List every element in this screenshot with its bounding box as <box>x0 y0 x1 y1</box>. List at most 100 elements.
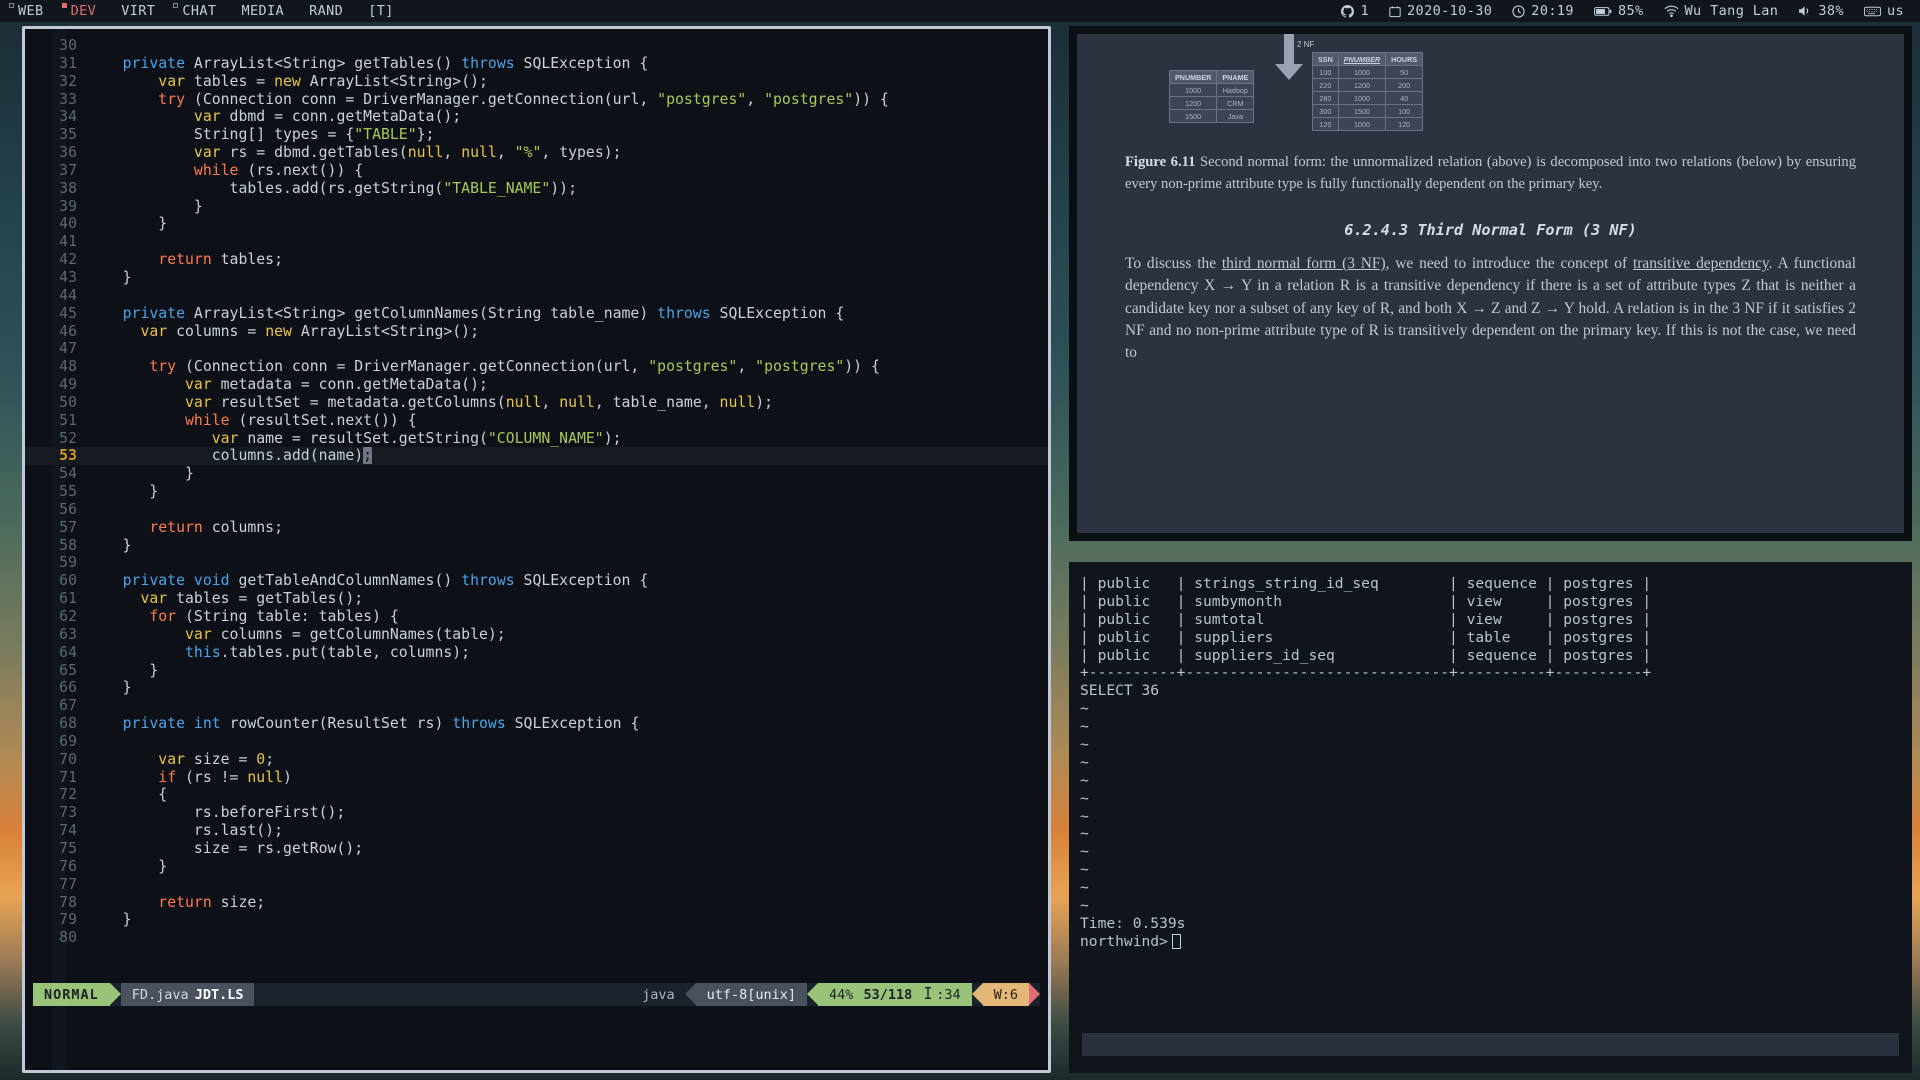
workspace-t[interactable]: [T] <box>352 0 403 22</box>
editor-window[interactable]: 3031 private ArrayList<String> getTables… <box>22 26 1051 1073</box>
workspace-chat[interactable]: CHAT <box>164 0 225 22</box>
code-line[interactable]: 43 } <box>25 269 1048 287</box>
workspace-dev[interactable]: DEV <box>53 0 106 22</box>
code-line[interactable]: 55 } <box>25 483 1048 501</box>
github-status[interactable]: 1 <box>1333 0 1377 22</box>
code-line[interactable]: 63 var columns = getColumnNames(table); <box>25 626 1048 644</box>
code-line[interactable]: 59 <box>25 554 1048 572</box>
code-line[interactable]: 42 return tables; <box>25 251 1048 269</box>
line-number: 36 <box>25 144 87 162</box>
code-token: , <box>443 144 461 161</box>
wifi-item[interactable]: Wu Tang Lan <box>1656 0 1787 22</box>
code-token: columns = <box>167 323 265 340</box>
code-line[interactable]: 39 } <box>25 198 1048 216</box>
code-line[interactable]: 67 <box>25 697 1048 715</box>
code-token: var <box>212 430 239 447</box>
clock-icon <box>1512 5 1525 18</box>
code-token: } <box>87 662 158 679</box>
code-line[interactable]: 71 if (rs != null) <box>25 769 1048 787</box>
workspace-rand[interactable]: RAND <box>293 0 352 22</box>
workspace-web[interactable]: WEB <box>0 0 53 22</box>
code-line[interactable]: 80 <box>25 929 1048 947</box>
line-number: 70 <box>25 751 87 769</box>
code-token: ); <box>604 430 622 447</box>
link-transitive-dependency[interactable]: transitive dependency <box>1633 255 1769 272</box>
pdf-viewer-window[interactable]: 2 NF PNUMBERPNAME1000Hadoop1200CRM1500Ja… <box>1069 26 1912 541</box>
terminal-prompt[interactable]: northwind> <box>1080 933 1903 951</box>
terminal-output[interactable]: | public | strings_string_id_seq | seque… <box>1080 575 1903 1018</box>
code-line[interactable]: 74 rs.last(); <box>25 822 1048 840</box>
code-line[interactable]: 57 return columns; <box>25 519 1048 537</box>
code-line[interactable]: 50 var resultSet = metadata.getColumns(n… <box>25 394 1048 412</box>
code-line[interactable]: 69 <box>25 733 1048 751</box>
code-text-area[interactable]: 3031 private ArrayList<String> getTables… <box>25 37 1048 947</box>
code-line[interactable]: 30 <box>25 37 1048 55</box>
workspace-virt[interactable]: VIRT <box>105 0 164 22</box>
code-line[interactable]: 62 for (String table: tables) { <box>25 608 1048 626</box>
code-line[interactable]: 33 try (Connection conn = DriverManager.… <box>25 91 1048 109</box>
code-line[interactable]: 48 try (Connection conn = DriverManager.… <box>25 358 1048 376</box>
status-sep-2 <box>685 983 696 1005</box>
code-line[interactable]: 37 while (rs.next()) { <box>25 162 1048 180</box>
code-token: try <box>158 91 185 108</box>
terminal-window[interactable]: | public | strings_string_id_seq | seque… <box>1069 562 1912 1073</box>
code-line[interactable]: 53 columns.add(name); <box>25 447 1048 465</box>
code-line[interactable]: 64 this.tables.put(table, columns); <box>25 644 1048 662</box>
code-token: } <box>87 679 132 696</box>
code-token: (resultSet.next()) { <box>230 412 417 429</box>
code-line[interactable]: 45 private ArrayList<String> getColumnNa… <box>25 305 1048 323</box>
code-line[interactable]: 56 <box>25 501 1048 519</box>
line-number: 76 <box>25 858 87 876</box>
code-line[interactable]: 49 var metadata = conn.getMetaData(); <box>25 376 1048 394</box>
workspace-label: MEDIA <box>241 0 284 22</box>
code-token: throws <box>461 572 523 589</box>
line-number: 66 <box>25 679 87 697</box>
code-line[interactable]: 65 } <box>25 662 1048 680</box>
code-line[interactable]: 60 private void getTableAndColumnNames()… <box>25 572 1048 590</box>
code-line[interactable]: 54 } <box>25 465 1048 483</box>
code-line[interactable]: 52 var name = resultSet.getString("COLUM… <box>25 430 1048 448</box>
table-cell: 40 <box>1386 92 1423 105</box>
code-line[interactable]: 79 } <box>25 911 1048 929</box>
time-item[interactable]: 20:19 <box>1504 0 1582 22</box>
code-line[interactable]: 70 var size = 0; <box>25 751 1048 769</box>
code-token: var <box>158 751 185 768</box>
code-line[interactable]: 66 } <box>25 679 1048 697</box>
code-line[interactable]: 76 } <box>25 858 1048 876</box>
code-token: columns.add(name) <box>87 447 363 464</box>
code-line[interactable]: 38 tables.add(rs.getString("TABLE_NAME")… <box>25 180 1048 198</box>
code-line[interactable]: 78 return size; <box>25 894 1048 912</box>
code-line[interactable]: 35 String[] types = {"TABLE"}; <box>25 126 1048 144</box>
link-third-normal-form[interactable]: third normal form (3 NF) <box>1222 255 1386 272</box>
code-line[interactable]: 75 size = rs.getRow(); <box>25 840 1048 858</box>
workspace-media[interactable]: MEDIA <box>225 0 293 22</box>
battery-item[interactable]: 85% <box>1586 0 1652 22</box>
date-item[interactable]: 2020-10-30 <box>1381 0 1500 22</box>
editor-viewport[interactable]: 3031 private ArrayList<String> getTables… <box>25 29 1048 1070</box>
code-token: null <box>720 394 756 411</box>
code-line[interactable]: 72 { <box>25 786 1048 804</box>
code-line[interactable]: 32 var tables = new ArrayList<String>(); <box>25 73 1048 91</box>
code-line[interactable]: 61 var tables = getTables(); <box>25 590 1048 608</box>
code-line[interactable]: 51 while (resultSet.next()) { <box>25 412 1048 430</box>
volume-item[interactable]: 38% <box>1790 0 1852 22</box>
code-line[interactable]: 68 private int rowCounter(ResultSet rs) … <box>25 715 1048 733</box>
code-line[interactable]: 40 } <box>25 215 1048 233</box>
code-line[interactable]: 34 var dbmd = conn.getMetaData(); <box>25 108 1048 126</box>
pdf-page[interactable]: 2 NF PNUMBERPNAME1000Hadoop1200CRM1500Ja… <box>1077 34 1904 533</box>
code-line[interactable]: 46 var columns = new ArrayList<String>()… <box>25 323 1048 341</box>
code-line[interactable]: 77 <box>25 876 1048 894</box>
code-line[interactable]: 31 private ArrayList<String> getTables()… <box>25 55 1048 73</box>
code-line[interactable]: 41 <box>25 233 1048 251</box>
keyboard-layout-item[interactable]: us <box>1856 0 1912 22</box>
code-line[interactable]: 58 } <box>25 537 1048 555</box>
code-line[interactable]: 44 <box>25 287 1048 305</box>
code-token: dbmd = conn.getMetaData(); <box>221 108 462 125</box>
code-line[interactable]: 36 var rs = dbmd.getTables(null, null, "… <box>25 144 1048 162</box>
terminal-line: +----------+----------------------------… <box>1080 664 1903 682</box>
code-line[interactable]: 73 rs.beforeFirst(); <box>25 804 1048 822</box>
code-line[interactable]: 47 <box>25 340 1048 358</box>
code-token: null <box>506 394 542 411</box>
system-tray: 1 2020-10-30 20:19 85% <box>1333 0 1920 22</box>
code-token: tables = getTables(); <box>167 590 363 607</box>
